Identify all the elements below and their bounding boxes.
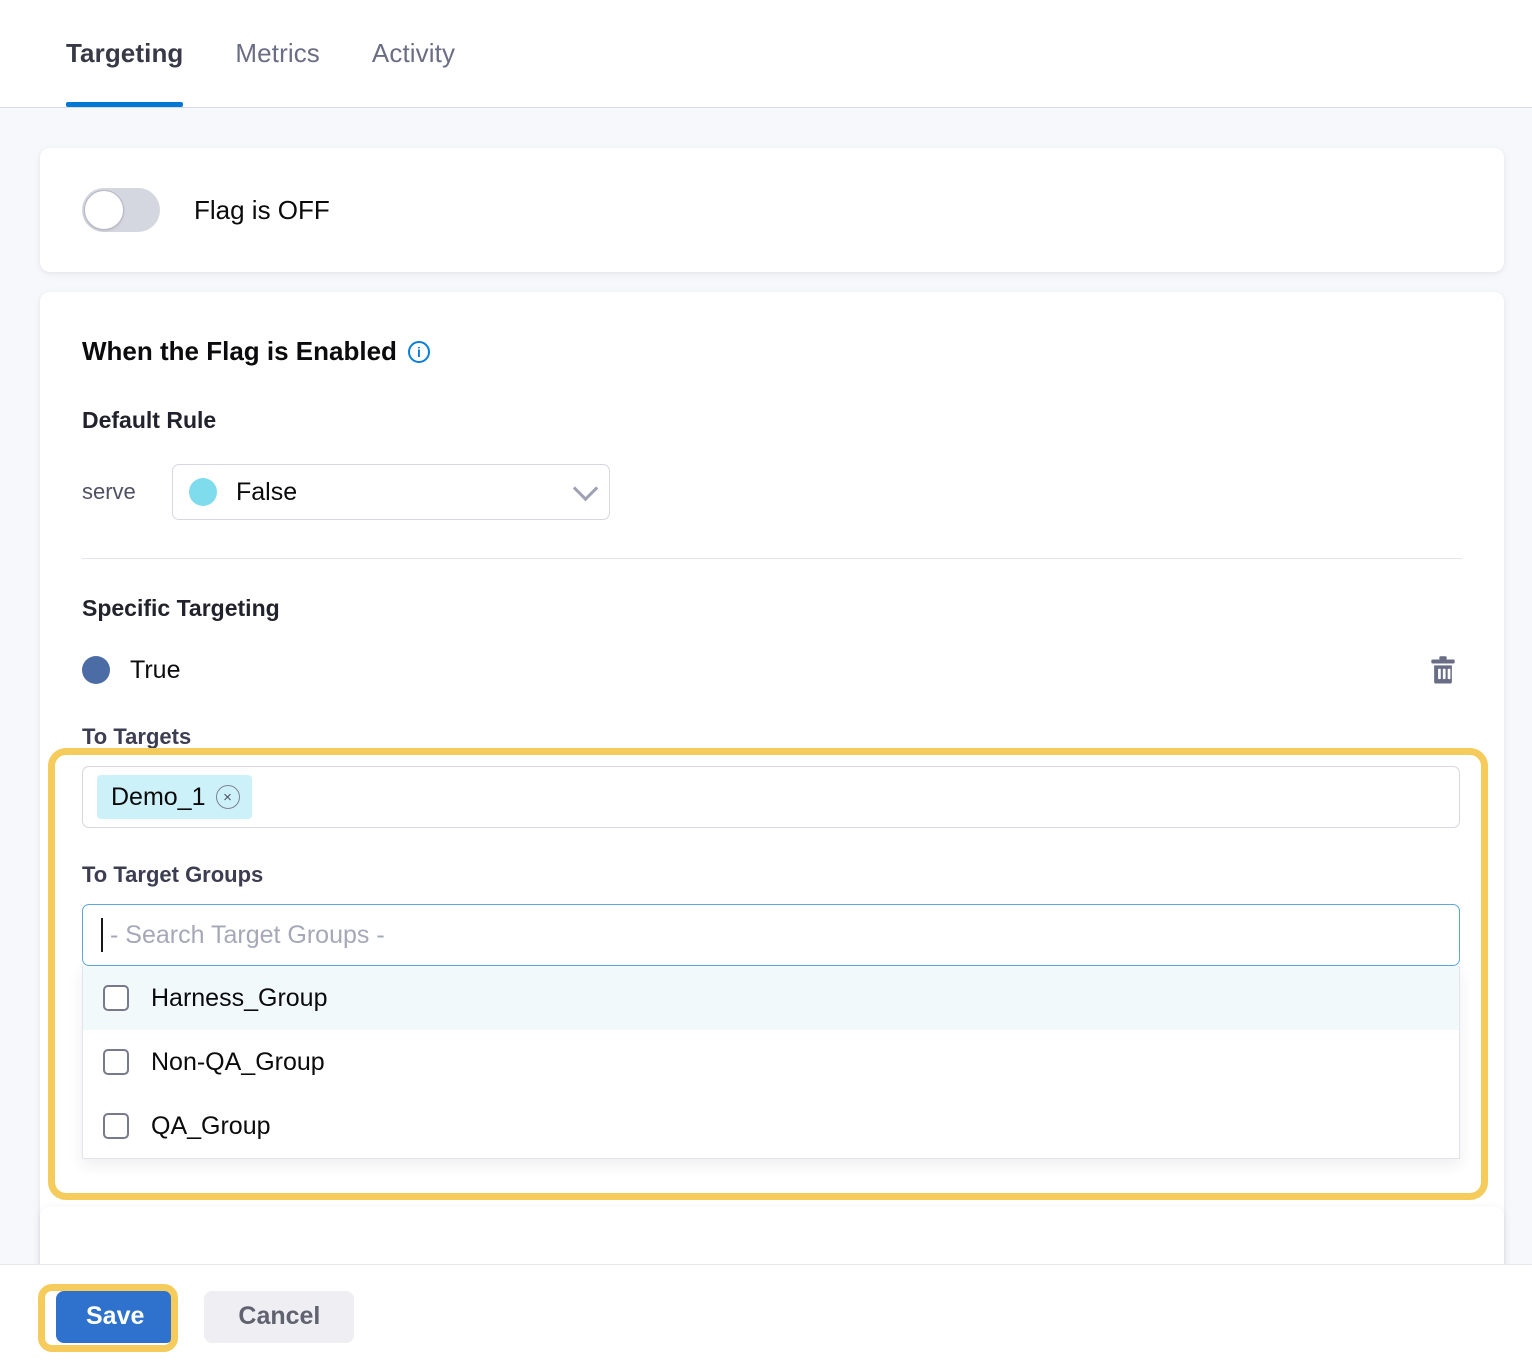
cancel-button[interactable]: Cancel [204, 1291, 354, 1343]
tab-bar: Targeting Metrics Activity [0, 0, 1532, 108]
target-chip: Demo_1 × [97, 775, 252, 819]
flag-state-label: Flag is OFF [194, 195, 330, 226]
dropdown-option-label: Non-QA_Group [151, 1048, 325, 1077]
targeting-page: Targeting Metrics Activity Flag is OFF W… [0, 0, 1532, 1368]
section-heading-label: When the Flag is Enabled [82, 336, 397, 367]
to-targets-group: To Targets Demo_1 × [82, 724, 1462, 828]
to-targets-label: To Targets [82, 724, 1462, 750]
checkbox[interactable] [103, 985, 129, 1011]
footer-action-bar: Save Cancel [0, 1264, 1532, 1368]
to-target-groups-group: To Target Groups - Search Target Groups … [82, 862, 1462, 1159]
flag-toggle-switch[interactable] [82, 188, 160, 232]
checkbox[interactable] [103, 1049, 129, 1075]
toggle-knob [84, 190, 124, 230]
tab-activity[interactable]: Activity [346, 0, 481, 107]
targeting-rules-card: When the Flag is Enabled i Default Rule … [40, 292, 1504, 1302]
close-circle-icon[interactable]: × [216, 785, 240, 809]
checkbox[interactable] [103, 1113, 129, 1139]
to-target-groups-label: To Target Groups [82, 862, 1462, 888]
content-area: Flag is OFF When the Flag is Enabled i D… [0, 108, 1532, 1368]
default-rule-title: Default Rule [82, 407, 1462, 434]
dropdown-option-label: QA_Group [151, 1112, 271, 1141]
dropdown-option-harness-group[interactable]: Harness_Group [83, 966, 1459, 1030]
tab-targeting-label: Targeting [66, 38, 183, 69]
variation-row-true: True [82, 652, 1462, 688]
dropdown-option-qa-group[interactable]: QA_Group [83, 1094, 1459, 1158]
chevron-down-icon [573, 476, 598, 501]
default-rule-row: serve False [82, 464, 1462, 520]
tab-metrics-label: Metrics [235, 38, 319, 69]
tab-activity-label: Activity [372, 38, 455, 69]
variation-name-true: True [130, 656, 180, 685]
section-divider [82, 558, 1462, 559]
section-heading: When the Flag is Enabled i [82, 336, 1462, 367]
to-targets-input[interactable]: Demo_1 × [82, 766, 1460, 828]
specific-targeting-title: Specific Targeting [82, 595, 1462, 622]
dropdown-option-non-qa-group[interactable]: Non-QA_Group [83, 1030, 1459, 1094]
tab-metrics[interactable]: Metrics [209, 0, 345, 107]
target-groups-dropdown: Harness_Group Non-QA_Group QA_Group [82, 966, 1460, 1159]
tab-targeting[interactable]: Targeting [40, 0, 209, 107]
dropdown-option-label: Harness_Group [151, 984, 327, 1013]
variation-color-dot-true [82, 656, 110, 684]
default-variation-select[interactable]: False [172, 464, 610, 520]
default-variation-value: False [236, 478, 297, 507]
flag-state-card: Flag is OFF [40, 148, 1504, 272]
target-groups-placeholder: - Search Target Groups - [110, 921, 385, 950]
target-chip-label: Demo_1 [111, 783, 206, 812]
trash-icon[interactable] [1424, 651, 1462, 689]
save-button[interactable]: Save [56, 1291, 174, 1343]
text-caret [101, 918, 103, 952]
variation-color-dot [189, 478, 217, 506]
target-groups-search-input[interactable]: - Search Target Groups - [82, 904, 1460, 966]
info-icon[interactable]: i [408, 341, 430, 363]
serve-label: serve [82, 479, 172, 505]
